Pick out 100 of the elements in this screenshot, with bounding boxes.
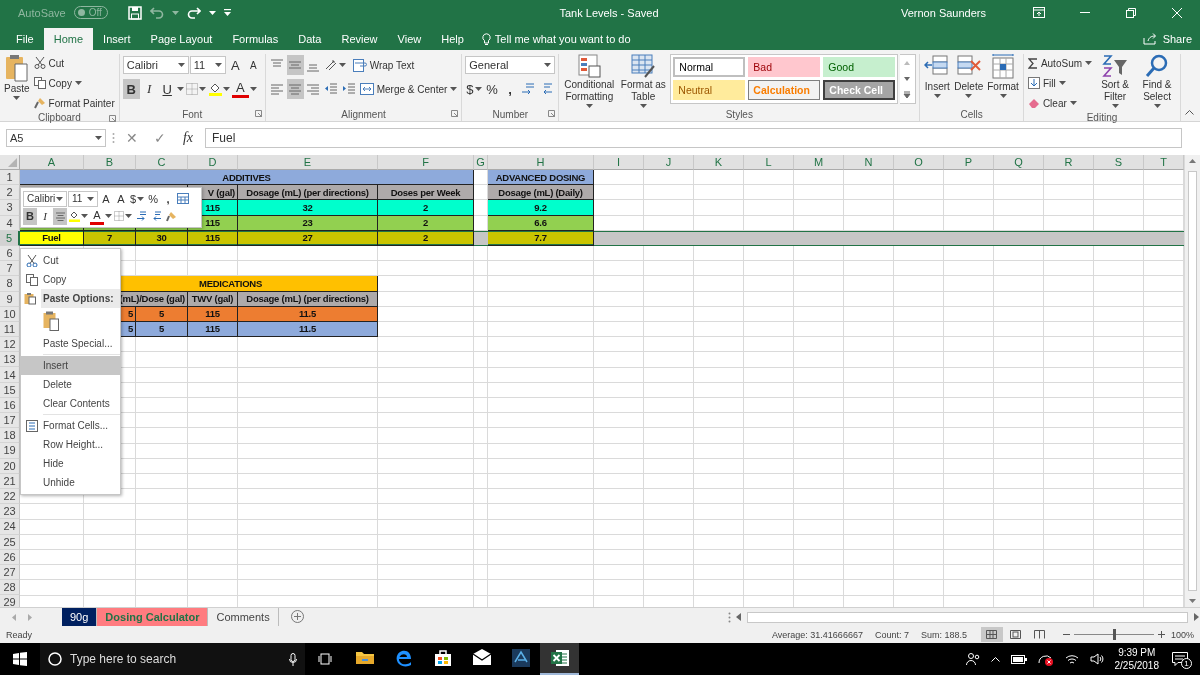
share-button[interactable]: Share — [1142, 28, 1200, 50]
add-sheet-button[interactable] — [290, 609, 304, 625]
menu-item[interactable]: Insert — [21, 356, 120, 375]
format-as-table-button[interactable]: Format as Table — [618, 54, 669, 108]
column-header[interactable]: K — [694, 155, 744, 170]
column-header[interactable]: B — [84, 155, 136, 170]
wrap-text-button[interactable]: Wrap Text — [351, 56, 416, 74]
comma-button[interactable]: , — [161, 190, 176, 208]
formula-field[interactable]: Fuel — [205, 128, 1182, 148]
menu-item[interactable]: Clear Contents — [21, 394, 120, 413]
column-header[interactable]: H — [488, 155, 594, 170]
font-color-button[interactable]: A — [231, 80, 249, 98]
fill-button[interactable]: Fill — [1026, 74, 1094, 92]
redo-icon[interactable] — [186, 6, 201, 19]
bold-button[interactable]: B — [122, 79, 140, 99]
insert-function-button[interactable]: fx — [177, 130, 199, 146]
row-header[interactable]: 12 — [0, 337, 20, 353]
row-header[interactable]: 14 — [0, 367, 20, 383]
find-select-button[interactable]: Find & Select — [1137, 54, 1178, 112]
italic-button[interactable]: I — [38, 207, 52, 225]
column-header[interactable]: N — [844, 155, 894, 170]
launcher-icon[interactable] — [254, 110, 262, 117]
scrollbar-thumb[interactable] — [747, 611, 1188, 623]
row-header[interactable]: 23 — [0, 504, 20, 520]
row-header[interactable]: 17 — [0, 413, 20, 429]
font-size-field[interactable]: 11 — [189, 56, 226, 74]
chevron-up-icon[interactable] — [990, 656, 1000, 662]
column-header[interactable]: T — [1144, 155, 1184, 170]
ribbon-tab[interactable]: Help — [431, 28, 474, 50]
copy-button[interactable]: Copy — [32, 74, 116, 92]
notifications-button[interactable]: 1 — [1170, 649, 1190, 669]
row-header[interactable]: 24 — [0, 519, 20, 535]
cut-button[interactable]: Cut — [32, 54, 116, 72]
font-name-field[interactable]: Calibri — [23, 190, 67, 207]
row-header[interactable]: 13 — [0, 352, 20, 368]
column-header[interactable]: S — [1094, 155, 1144, 170]
percent-button[interactable]: % — [146, 190, 161, 208]
speaker-icon[interactable] — [1089, 653, 1104, 665]
scroll-up-icon[interactable] — [1189, 159, 1196, 163]
paste-button[interactable]: Paste — [3, 54, 31, 112]
sort-filter-button[interactable]: Sort & Filter — [1095, 54, 1136, 112]
name-box[interactable]: A5 — [6, 129, 106, 147]
sheet-tab[interactable]: 90g — [62, 608, 98, 626]
column-header[interactable]: J — [644, 155, 694, 170]
clear-button[interactable]: Clear — [1026, 94, 1094, 112]
network-error-icon[interactable] — [1037, 652, 1054, 666]
row-header[interactable]: 19 — [0, 443, 20, 459]
comma-button[interactable]: , — [501, 79, 519, 99]
number-format-field[interactable]: General — [465, 56, 556, 74]
menu-item[interactable]: Cut — [21, 251, 120, 270]
clock[interactable]: 9:39 PM 2/25/2018 — [1114, 646, 1159, 672]
shrink-font-button[interactable]: A — [114, 190, 128, 208]
column-header[interactable]: G — [474, 155, 488, 170]
scrollbar-thumb[interactable] — [1188, 171, 1197, 591]
menu-item[interactable]: Row Height... — [21, 435, 120, 454]
format-painter-button[interactable]: Format Painter — [32, 94, 116, 112]
font-color-button[interactable]: A — [90, 207, 104, 225]
launcher-icon[interactable] — [108, 115, 116, 122]
column-header[interactable]: M — [794, 155, 844, 170]
shrink-font-button[interactable]: A — [244, 55, 262, 75]
row-header[interactable]: 8 — [0, 276, 20, 292]
insert-cells-button[interactable]: Insert — [923, 54, 952, 107]
column-header[interactable]: R — [1044, 155, 1094, 170]
row-header[interactable]: 2 — [0, 185, 20, 201]
zoom-level[interactable]: 100% — [1170, 629, 1194, 640]
row-header[interactable]: 29 — [0, 595, 20, 607]
merge-center-button[interactable]: Merge & Center — [358, 80, 459, 98]
cell-style[interactable]: Good — [823, 57, 896, 77]
scroll-right-icon[interactable] — [1192, 613, 1200, 621]
ribbon-tab[interactable]: View — [387, 28, 432, 50]
font-name-field[interactable]: Calibri — [122, 56, 189, 74]
menu-item[interactable]: Unhide — [21, 473, 120, 492]
row-header[interactable]: 28 — [0, 580, 20, 596]
cancel-button[interactable]: ✕ — [121, 130, 143, 146]
menu-item[interactable]: Hide — [21, 454, 120, 473]
ribbon-tab[interactable]: Home — [43, 28, 94, 50]
customize-icon[interactable] — [223, 9, 231, 16]
column-header[interactable]: D — [188, 155, 238, 170]
percent-button[interactable]: % — [483, 79, 501, 99]
menu-item[interactable]: Format Cells... — [21, 416, 120, 435]
row-header[interactable]: 3 — [0, 200, 20, 216]
column-header[interactable]: A — [20, 155, 84, 170]
zoom-slider-thumb[interactable] — [1112, 629, 1116, 640]
row-header[interactable]: 18 — [0, 428, 20, 444]
column-header[interactable]: L — [744, 155, 794, 170]
people-icon[interactable] — [965, 652, 980, 666]
ribbon-tab[interactable]: Insert — [93, 28, 141, 50]
cell-style[interactable]: Bad — [748, 57, 821, 77]
column-header[interactable]: O — [894, 155, 944, 170]
scroll-left-icon[interactable] — [735, 613, 743, 621]
cell-style[interactable]: Normal — [673, 57, 746, 77]
row-header[interactable]: 7 — [0, 261, 20, 277]
column-header[interactable]: P — [944, 155, 994, 170]
tell-me-search[interactable]: Tell me what you want to do — [481, 28, 631, 50]
grow-font-button[interactable]: A — [226, 55, 244, 75]
center-button[interactable] — [286, 79, 304, 99]
battery-icon[interactable] — [1010, 654, 1027, 664]
row-header[interactable]: 1 — [0, 170, 20, 186]
center-button[interactable] — [53, 207, 67, 225]
italic-button[interactable]: I — [140, 79, 158, 99]
